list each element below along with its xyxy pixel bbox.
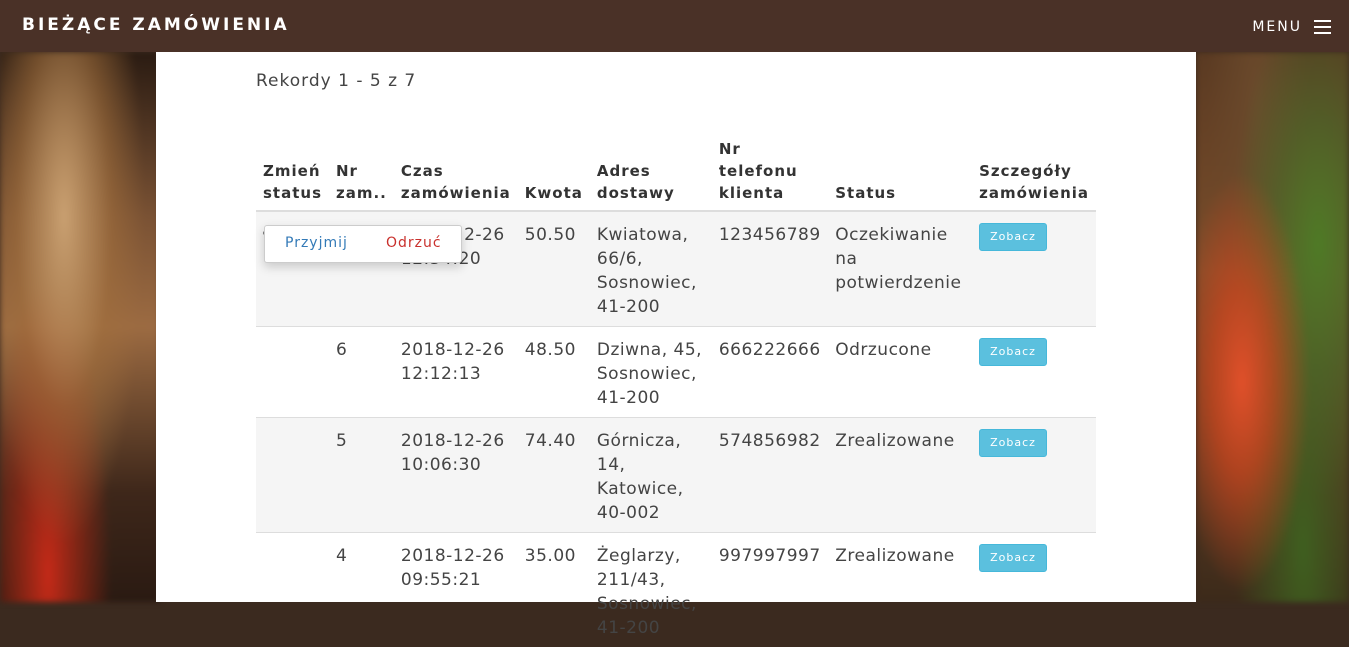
menu-button[interactable]: MENU — [1252, 18, 1331, 36]
col-header-order-time: Czas zamówienia — [394, 134, 518, 211]
col-header-change-status: Zmień status — [256, 134, 329, 211]
details-cell: Zobacz — [972, 533, 1096, 647]
records-info: Rekordy 1 - 5 z 7 — [256, 71, 416, 91]
details-cell: Zobacz — [972, 327, 1096, 418]
hamburger-icon — [1314, 20, 1331, 34]
col-header-status: Status — [828, 134, 972, 211]
accept-order-link[interactable]: Przyjmij — [285, 235, 348, 251]
col-header-amount: Kwota — [518, 134, 590, 211]
page-title: BIEŻĄCE ZAMÓWIENIA — [22, 15, 290, 35]
table-row: 4 2018-12-26 09:55:21 35.00 Żeglarzy, 21… — [256, 533, 1096, 647]
view-details-button[interactable]: Zobacz — [979, 429, 1047, 457]
order-amount: 48.50 — [518, 327, 590, 418]
view-details-button[interactable]: Zobacz — [979, 544, 1047, 572]
delivery-address: Kwiatowa, 66/6, Sosnowiec, 41-200 — [590, 211, 712, 327]
order-time: 2018-12-26 10:06:30 — [394, 418, 518, 533]
col-header-order-number: Nr zam.. — [329, 134, 394, 211]
col-header-address: Adres dostawy — [590, 134, 712, 211]
delivery-address: Górnicza, 14, Katowice, 40-002 — [590, 418, 712, 533]
orders-table: Zmień status Nr zam.. Czas zamówienia Kw… — [256, 134, 1096, 647]
details-cell: Zobacz — [972, 211, 1096, 327]
change-status-cell — [256, 418, 329, 533]
change-status-cell — [256, 327, 329, 418]
col-header-phone: Nr telefonu klienta — [712, 134, 828, 211]
order-number: 6 — [329, 327, 394, 418]
order-status: Zrealizowane — [828, 533, 972, 647]
order-number: 5 — [329, 418, 394, 533]
order-amount: 35.00 — [518, 533, 590, 647]
reject-order-link[interactable]: Odrzuć — [386, 235, 442, 251]
background-right — [1196, 52, 1349, 602]
order-status: Odrzucone — [828, 327, 972, 418]
status-dropdown: Przyjmij Odrzuć — [264, 225, 462, 263]
view-details-button[interactable]: Zobacz — [979, 223, 1047, 251]
details-cell: Zobacz — [972, 418, 1096, 533]
background-left — [0, 52, 160, 602]
order-amount: 50.50 — [518, 211, 590, 327]
client-phone: 666222666 — [712, 327, 828, 418]
change-status-cell — [256, 533, 329, 647]
client-phone: 574856982 — [712, 418, 828, 533]
order-status: Oczekiwanie na potwierdzenie — [828, 211, 972, 327]
col-header-details: Szczegóły zamówienia — [972, 134, 1096, 211]
order-time: 2018-12-26 12:12:13 — [394, 327, 518, 418]
table-header-row: Zmień status Nr zam.. Czas zamówienia Kw… — [256, 134, 1096, 211]
client-phone: 997997997 — [712, 533, 828, 647]
order-amount: 74.40 — [518, 418, 590, 533]
table-row: 5 2018-12-26 10:06:30 74.40 Górnicza, 14… — [256, 418, 1096, 533]
menu-label: MENU — [1252, 19, 1302, 35]
order-time: 2018-12-26 09:55:21 — [394, 533, 518, 647]
order-number: 4 — [329, 533, 394, 647]
top-navbar: BIEŻĄCE ZAMÓWIENIA MENU — [0, 0, 1349, 52]
table-row: 6 2018-12-26 12:12:13 48.50 Dziwna, 45, … — [256, 327, 1096, 418]
delivery-address: Żeglarzy, 211/43, Sosnowiec, 41-200 — [590, 533, 712, 647]
client-phone: 123456789 — [712, 211, 828, 327]
delivery-address: Dziwna, 45, Sosnowiec, 41-200 — [590, 327, 712, 418]
main-panel: Rekordy 1 - 5 z 7 Zmień status Nr zam.. … — [156, 52, 1196, 602]
order-status: Zrealizowane — [828, 418, 972, 533]
view-details-button[interactable]: Zobacz — [979, 338, 1047, 366]
